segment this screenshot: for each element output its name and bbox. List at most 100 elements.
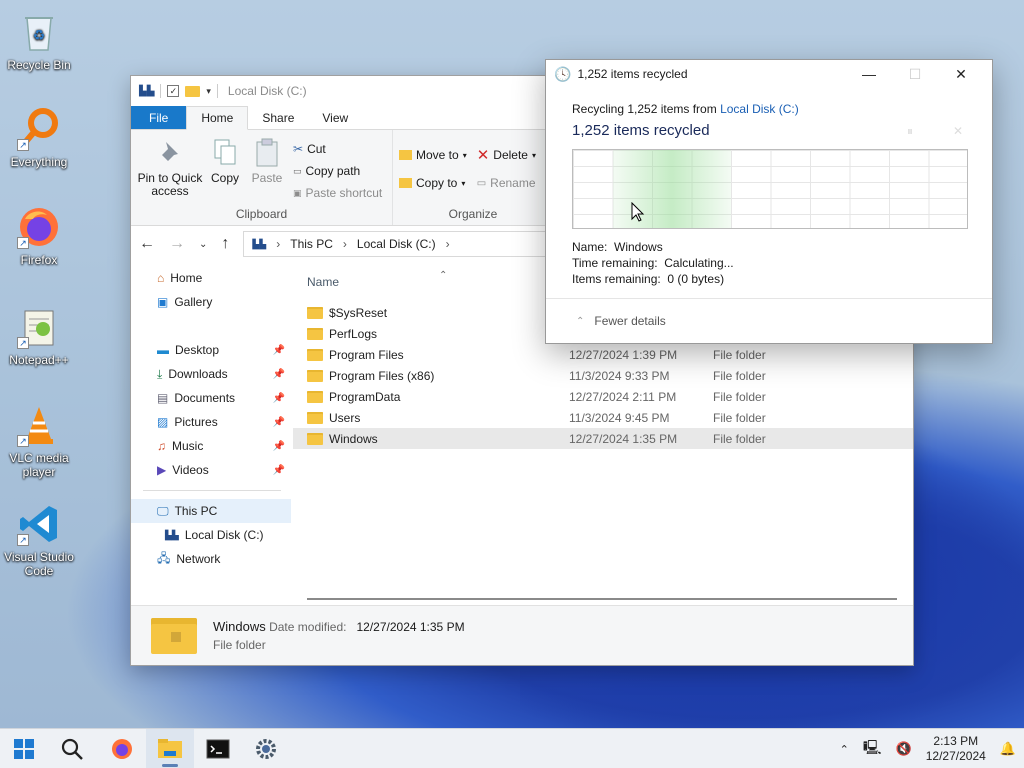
pause-icon[interactable]: ⏸ xyxy=(907,124,913,139)
pin-icon[interactable]: 📌 xyxy=(273,393,285,404)
pin-label: Pin to Quick access xyxy=(137,171,203,198)
delete-button[interactable]: ✕ Delete ▾ xyxy=(477,144,536,166)
nav-home[interactable]: ⌂ Home xyxy=(131,266,291,290)
nav-pictures[interactable]: ▨ Pictures 📌 xyxy=(131,410,291,434)
dialog-title: 1,252 items recycled xyxy=(577,67,688,81)
drive-icon: ▙▙ xyxy=(165,529,179,540)
copy-button[interactable]: Copy xyxy=(205,136,245,204)
new-folder-icon[interactable] xyxy=(185,85,201,97)
desktop-icon-notepadpp[interactable]: ↗ Notepad++ xyxy=(3,305,75,367)
move-to-button[interactable]: Move to ▾ xyxy=(399,144,467,166)
file-date: 12/27/2024 1:39 PM xyxy=(569,347,678,362)
tab-file[interactable]: File xyxy=(131,106,187,129)
delete-x-icon: ✕ xyxy=(476,147,490,164)
desktop-icon-vscode[interactable]: ↗ Visual Studio Code xyxy=(3,502,75,578)
quick-access-dropdown-icon[interactable]: ▾ xyxy=(206,86,211,97)
nav-this-pc[interactable]: 🖵 This PC xyxy=(131,499,291,523)
forward-arrow-icon[interactable]: → xyxy=(169,235,185,253)
desktop-icon-vlc[interactable]: ↗ VLC media player xyxy=(3,403,75,479)
pin-icon[interactable]: 📌 xyxy=(273,369,285,380)
cut-label: Cut xyxy=(307,142,326,156)
recent-locations-chevron-icon[interactable]: ⌄ xyxy=(199,239,207,250)
taskbar-terminal[interactable] xyxy=(194,729,242,768)
taskbar-settings[interactable] xyxy=(242,729,290,768)
file-name: Windows xyxy=(329,431,378,446)
organize-group: Move to ▾ Copy to ▾ ✕ Delete ▾ ▭ Rename Organ… xyxy=(393,130,553,225)
volume-muted-icon[interactable]: 🔇 xyxy=(896,741,912,757)
details-name: Windows xyxy=(213,619,266,634)
pin-icon[interactable]: 📌 xyxy=(273,441,285,452)
copy-to-button[interactable]: Copy to ▾ xyxy=(399,172,467,194)
file-name: Program Files (x86) xyxy=(329,368,435,383)
copy-path-button[interactable]: ▭ Copy path xyxy=(293,160,382,182)
nav-documents[interactable]: ▤ Documents 📌 xyxy=(131,386,291,410)
nav-desktop-label: Desktop xyxy=(175,343,220,357)
transfer-graph xyxy=(572,149,968,229)
desktop-icon-everything[interactable]: ↗ Everything xyxy=(3,107,75,169)
file-row[interactable]: ProgramData 12/27/2024 2:11 PM File folder xyxy=(293,386,913,407)
tab-home[interactable]: Home xyxy=(186,106,249,130)
minimize-button[interactable]: — xyxy=(846,66,892,83)
delete-label: Delete xyxy=(493,148,528,162)
nav-videos[interactable]: ▶ Videos 📌 xyxy=(131,458,291,482)
cut-button[interactable]: ✂ Cut xyxy=(293,138,382,160)
tab-share[interactable]: Share xyxy=(248,106,308,129)
breadcrumb-local-disk[interactable]: Local Disk (C:) xyxy=(357,237,436,251)
nav-local-disk[interactable]: ▙▙ Local Disk (C:) xyxy=(131,523,291,547)
desktop-icon-label: Visual Studio Code xyxy=(4,550,74,578)
tab-view[interactable]: View xyxy=(308,106,362,129)
file-name: ProgramData xyxy=(329,389,401,404)
notification-bell-icon[interactable]: 🔔 xyxy=(1000,741,1016,757)
close-button[interactable]: ✕ xyxy=(938,66,984,83)
fewer-details-button[interactable]: ⌃ Fewer details xyxy=(576,314,666,328)
file-row[interactable]: Users 11/3/2024 9:45 PM File folder xyxy=(293,407,913,428)
copy-to-label: Copy to xyxy=(416,176,458,190)
file-row[interactable]: Program Files (x86) 11/3/2024 9:33 PM File… xyxy=(293,365,913,386)
network-status-icon[interactable]: 🖳 xyxy=(863,737,882,761)
desktop-icon-firefox[interactable]: ↗ Firefox xyxy=(3,205,75,267)
taskbar-firefox[interactable] xyxy=(98,729,146,768)
firefox-icon: ↗ xyxy=(17,205,61,249)
file-row[interactable]: Windows 12/27/2024 1:35 PM File folder xyxy=(293,428,913,449)
cancel-icon[interactable]: ✕ xyxy=(953,124,963,138)
clock[interactable]: 2:13 PM 12/27/2024 xyxy=(926,734,986,764)
shortcut-arrow-icon: ↗ xyxy=(17,435,29,447)
show-hidden-icons-chevron-icon[interactable]: ⌃ xyxy=(840,743,849,756)
dialog-titlebar[interactable]: 🕓 1,252 items recycled — ☐ ✕ xyxy=(546,60,992,88)
nav-network[interactable]: 🖧 Network xyxy=(131,547,291,571)
pin-icon[interactable]: 📌 xyxy=(273,465,285,476)
file-name: Program Files xyxy=(329,347,404,362)
back-arrow-icon[interactable]: ← xyxy=(139,235,155,253)
file-date: 11/3/2024 9:33 PM xyxy=(569,368,670,383)
file-date: 12/27/2024 2:11 PM xyxy=(569,389,677,404)
paste-button[interactable]: Paste xyxy=(247,136,287,204)
maximize-button[interactable]: ☐ xyxy=(892,66,938,83)
source-link[interactable]: Local Disk (C:) xyxy=(720,102,799,116)
file-type: File folder xyxy=(713,368,766,383)
desktop-icon-recycle-bin[interactable]: ♻ Recycle Bin xyxy=(3,10,75,72)
pin-to-quick-access-button[interactable]: Pin to Quick access xyxy=(137,136,203,204)
properties-checkbox-icon[interactable]: ✓ xyxy=(167,85,180,97)
copy-path-icon: ▭ xyxy=(293,165,302,176)
nav-gallery[interactable]: ▣ Gallery xyxy=(131,290,291,314)
paste-shortcut-button[interactable]: ▣ Paste shortcut xyxy=(293,182,382,204)
nav-music[interactable]: ♫ Music 📌 xyxy=(131,434,291,458)
rename-button[interactable]: ▭ Rename xyxy=(477,172,536,194)
vlc-cone-icon: ↗ xyxy=(17,403,61,447)
music-icon: ♫ xyxy=(157,439,166,453)
pin-icon[interactable]: 📌 xyxy=(273,345,285,356)
items-remaining-row: Items remaining: 0 (0 bytes) xyxy=(572,271,734,287)
taskbar-file-explorer[interactable] xyxy=(146,728,194,768)
shortcut-arrow-icon: ↗ xyxy=(17,237,29,249)
start-button[interactable] xyxy=(0,729,48,768)
breadcrumb-this-pc[interactable]: This PC xyxy=(290,237,333,251)
svg-text:♻: ♻ xyxy=(33,27,46,43)
nav-desktop[interactable]: ▬ Desktop 📌 xyxy=(131,338,291,362)
pin-icon[interactable]: 📌 xyxy=(273,417,285,428)
horizontal-scrollbar[interactable] xyxy=(307,598,897,600)
up-arrow-icon[interactable]: ↑ xyxy=(221,235,229,253)
fewer-details-label: Fewer details xyxy=(594,314,666,328)
search-button[interactable] xyxy=(48,729,96,768)
nav-downloads[interactable]: ⤓ Downloads 📌 xyxy=(131,362,291,386)
file-row[interactable]: Program Files 12/27/2024 1:39 PM File fold… xyxy=(293,344,913,365)
